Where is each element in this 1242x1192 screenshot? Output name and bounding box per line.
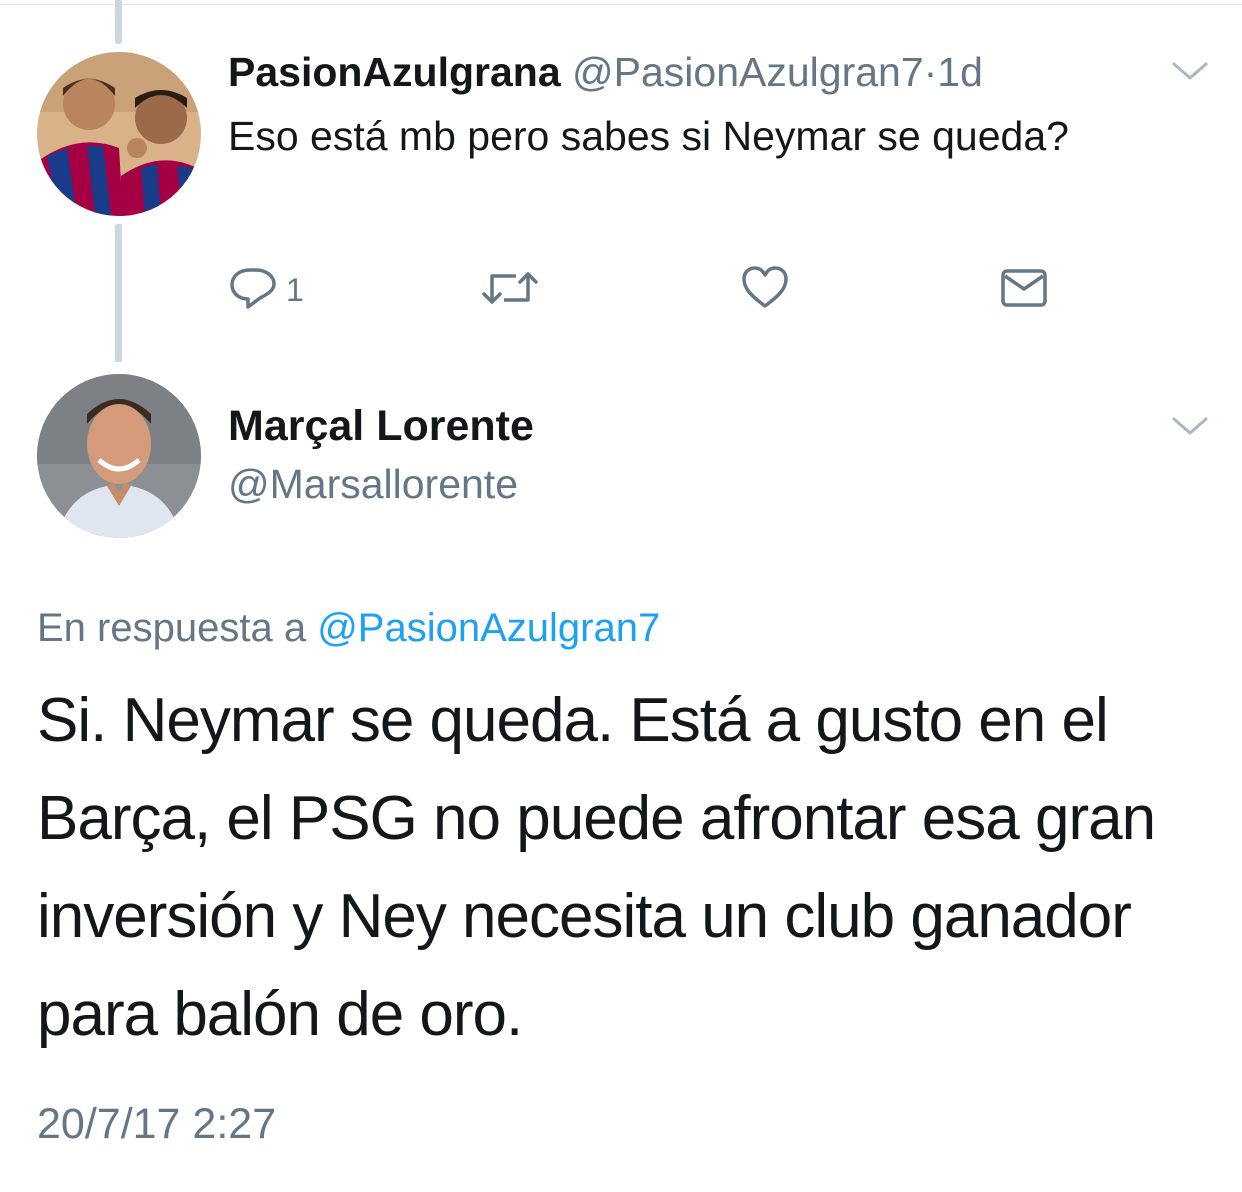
thread-line-top	[115, 0, 122, 44]
tweet-header: PasionAzulgrana @PasionAzulgran7·1d	[228, 44, 983, 100]
user-handle-main[interactable]: @Marsallorente	[228, 456, 518, 512]
display-name-main[interactable]: Marçal Lorente	[228, 398, 534, 454]
tweet-actions: 1	[0, 262, 1242, 312]
separator-dot: ·	[923, 49, 938, 95]
reply-count: 1	[286, 272, 304, 308]
avatar-pasionazulgrana[interactable]	[37, 52, 201, 216]
top-divider	[0, 4, 1242, 5]
tweet-timestamp[interactable]: 20/7/17 2:27	[37, 1094, 276, 1154]
direct-message-button[interactable]	[1000, 268, 1048, 313]
reply-prefix: En respuesta a	[37, 606, 307, 650]
envelope-icon	[1000, 268, 1048, 313]
tweet-time[interactable]: 1d	[937, 49, 983, 95]
avatar-marsallorente[interactable]	[37, 374, 201, 538]
user-handle[interactable]: @PasionAzulgran7	[572, 49, 924, 95]
reply-to-link[interactable]: @PasionAzulgran7	[317, 606, 660, 650]
chevron-down-icon[interactable]	[1170, 415, 1210, 439]
retweet-button[interactable]	[480, 268, 540, 313]
reply-icon	[228, 266, 278, 315]
retweet-icon	[480, 268, 540, 313]
chevron-down-icon[interactable]	[1170, 60, 1210, 84]
main-tweet-text: Si. Neymar se queda. Está a gusto en el …	[37, 686, 1156, 1049]
tweet-text: Eso está mb pero sabes si Neymar se qued…	[228, 113, 1069, 159]
in-reply-to: En respuesta a @PasionAzulgran7	[37, 600, 660, 656]
heart-icon	[740, 264, 790, 315]
like-button[interactable]	[740, 264, 790, 315]
display-name[interactable]: PasionAzulgrana	[228, 49, 561, 95]
reply-button[interactable]: 1	[228, 266, 304, 315]
